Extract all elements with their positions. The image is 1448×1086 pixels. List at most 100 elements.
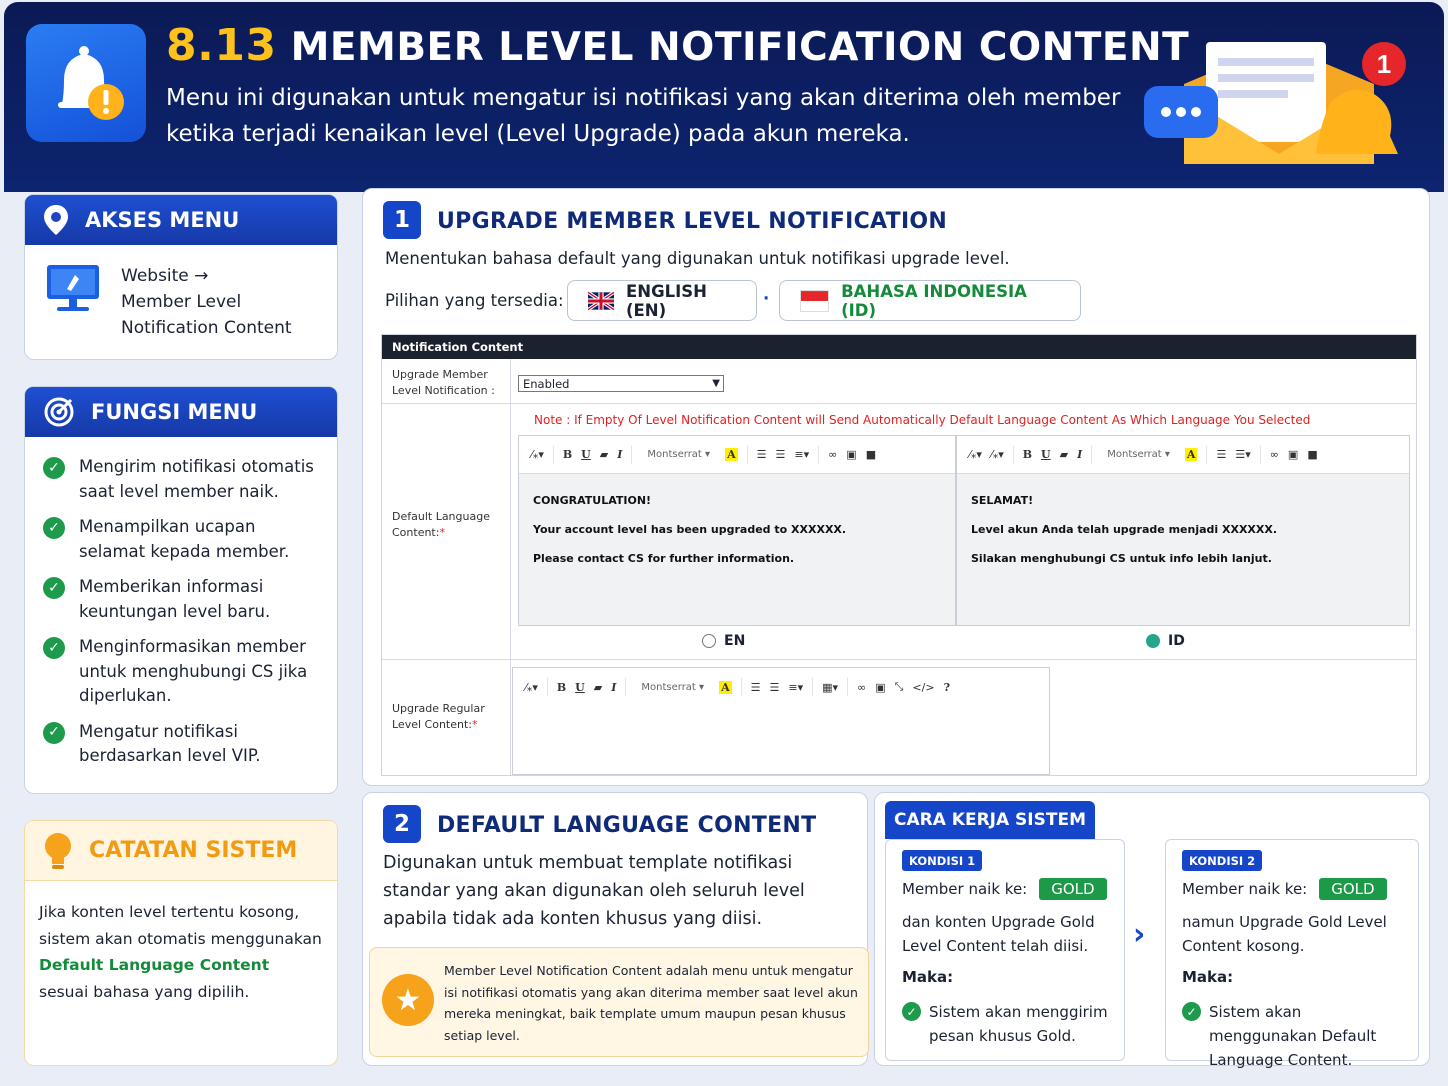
bullet-list-icon[interactable]: ☰ [1216,448,1226,461]
font-select[interactable]: Montserrat ▾ [1101,449,1176,460]
check-icon: ✓ [43,721,65,744]
chevron-right-icon: › [1133,917,1146,952]
eraser-icon[interactable]: ▰ [594,681,602,694]
level-badge: GOLD [1319,878,1387,900]
section-number: 8.13 [166,20,277,71]
catatan-sistem-header: CATATAN SISTEM [25,821,337,881]
function-item: ✓ Menginformasikan member untuk menghubun… [25,635,337,709]
style-icon[interactable]: ⁄⁎▾ [991,448,1004,461]
font-select[interactable]: Montserrat ▾ [641,449,716,460]
fungsi-menu-panel: FUNGSI MENU ✓ Mengirim notifikasi otomati… [24,386,338,794]
italic-button[interactable]: I [617,448,622,461]
text-color-button[interactable]: A [725,448,738,461]
target-icon [44,397,74,427]
check-icon: ✓ [43,457,65,479]
align-icon[interactable]: ≡▾ [788,681,803,694]
uk-flag-icon [588,290,614,311]
underline-button[interactable]: U [581,448,591,461]
radio-id[interactable]: ID [1146,633,1185,649]
notification-enabled-select[interactable]: Enabled ▼ [518,375,724,392]
numbered-list-icon[interactable]: ☰ [769,681,779,694]
section-default-language-content: 2 DEFAULT LANGUAGE CONTENT Digunakan unt… [362,792,869,1066]
bold-button[interactable]: B [563,448,572,461]
italic-button[interactable]: I [1077,448,1082,461]
editor-en-content[interactable]: CONGRATULATION! Your account level has b… [519,474,955,585]
divider [382,403,1416,404]
editor-toolbar: ⁄⁎▾ ⁄⁎▾ B U ▰ I Montserrat ▾ A ☰ ☰▾ ∞ ▣ … [957,436,1409,474]
eraser-icon[interactable]: ▰ [600,448,608,461]
kondisi-desc: namun Upgrade Gold Level Content kosong. [1182,913,1387,955]
kondisi-card: KONDISI 2 Member naik ke: GOLD namun Upgr… [1165,839,1419,1069]
editor-en[interactable]: ⁄⁎▾ B U ▰ I Montserrat ▾ A ☰ ☰ ≡▾ ∞ ▣ ■ … [518,435,956,626]
underline-button[interactable]: U [575,681,585,694]
editor-id[interactable]: ⁄⁎▾ ⁄⁎▾ B U ▰ I Montserrat ▾ A ☰ ☰▾ ∞ ▣ … [956,435,1410,626]
bullet-list-icon[interactable]: ☰ [751,681,761,694]
star-icon: ★ [382,974,434,1026]
text-color-button[interactable]: A [1184,448,1198,461]
indonesia-flag-icon [800,289,830,312]
highlight-text: Default Language Content [39,956,270,974]
bold-button[interactable]: B [557,681,566,694]
bold-button[interactable]: B [1023,448,1032,461]
form-note: Note : If Empty Of Level Notification Co… [534,413,1311,427]
font-select[interactable]: Montserrat ▾ [635,682,710,693]
magic-wand-icon[interactable]: ⁄⁎▾ [525,681,538,694]
separator-dot: · [763,289,770,308]
bell-icon [26,24,146,142]
video-icon[interactable]: ■ [1307,448,1317,461]
kondisi-result: ✓ Sistem akan menggunakan Default Languag… [1182,1000,1412,1072]
image-icon[interactable]: ▣ [846,448,856,461]
section-title: DEFAULT LANGUAGE CONTENT [437,813,817,838]
cara-kerja-panel: CARA KERJA SISTEM KONDISI 1 Member naik … [874,792,1430,1069]
menu-path-step[interactable]: Member Level [121,289,292,315]
function-item: ✓ Menampilkan ucapan selamat kepada membe… [25,515,337,564]
editor-id-content[interactable]: SELAMAT! Level akun Anda telah upgrade m… [957,474,1409,585]
language-option-en-label: ENGLISH (EN) [626,281,707,320]
language-option-id[interactable]: BAHASA INDONESIA (ID) [779,280,1081,321]
magic-wand-icon[interactable]: ⁄⁎▾ [969,448,982,461]
catatan-sistem-text: Jika konten level tertentu kosong, siste… [39,903,322,1001]
numbered-list-icon[interactable]: ☰▾ [1235,448,1250,461]
page-description: Menu ini digunakan untuk mengatur isi no… [166,85,1121,147]
menu-path-step[interactable]: Notification Content [121,315,292,341]
italic-button[interactable]: I [611,681,616,694]
check-icon: ✓ [902,1002,921,1021]
link-icon[interactable]: ∞ [828,448,837,461]
maka-label: Maka: [902,968,954,986]
form-header: Notification Content [382,335,1416,359]
table-icon[interactable]: ▦▾ [822,681,838,694]
section-description: Menentukan bahasa default yang digunakan… [385,249,1010,268]
page-header: 8.13 MEMBER LEVEL NOTIFICATION CONTENT Me… [4,2,1444,192]
help-icon[interactable]: ? [944,681,950,694]
radio-en[interactable]: EN [702,633,745,649]
section-description: Digunakan untuk membuat template notifik… [383,853,805,929]
fullscreen-icon[interactable]: ⤡ [895,680,904,694]
link-icon[interactable]: ∞ [1270,448,1279,461]
image-icon[interactable]: ▣ [875,681,885,694]
eraser-icon[interactable]: ▰ [1060,448,1068,461]
radio-dot-selected [1146,634,1160,648]
catatan-sistem-panel: CATATAN SISTEM Jika konten level tertent… [24,820,338,1066]
kondisi-result: ✓ Sistem akan menggirim pesan khusus Gold… [902,1000,1132,1048]
video-icon[interactable]: ■ [866,448,876,461]
fungsi-menu-title: FUNGSI MENU [91,400,258,424]
image-icon[interactable]: ▣ [1288,448,1298,461]
magic-wand-icon[interactable]: ⁄⁎▾ [531,448,544,461]
bullet-list-icon[interactable]: ☰ [757,448,767,461]
catatan-sistem-title: CATATAN SISTEM [89,838,298,863]
envelope-bell-illustration: 1 [1144,42,1406,164]
check-icon: ✓ [1182,1002,1201,1021]
link-icon[interactable]: ∞ [857,681,866,694]
fungsi-menu-header: FUNGSI MENU [25,387,337,437]
language-option-en[interactable]: ENGLISH (EN) [567,280,757,321]
text-color-button[interactable]: A [719,680,732,694]
function-item: ✓ Mengirim notifikasi otomatis saat level… [25,455,337,504]
underline-button[interactable]: U [1041,448,1051,461]
numbered-list-icon[interactable]: ☰ [775,448,785,461]
menu-path-step[interactable]: Website → [121,263,292,289]
editor-regular[interactable]: ⁄⁎▾ B U ▰ I Montserrat ▾ A ☰ ☰ ≡▾ ▦▾ ∞ ▣… [512,667,1050,775]
align-icon[interactable]: ≡▾ [794,448,809,461]
radio-dot [702,634,716,648]
code-icon[interactable]: </> [912,681,934,694]
check-icon: ✓ [43,637,65,659]
